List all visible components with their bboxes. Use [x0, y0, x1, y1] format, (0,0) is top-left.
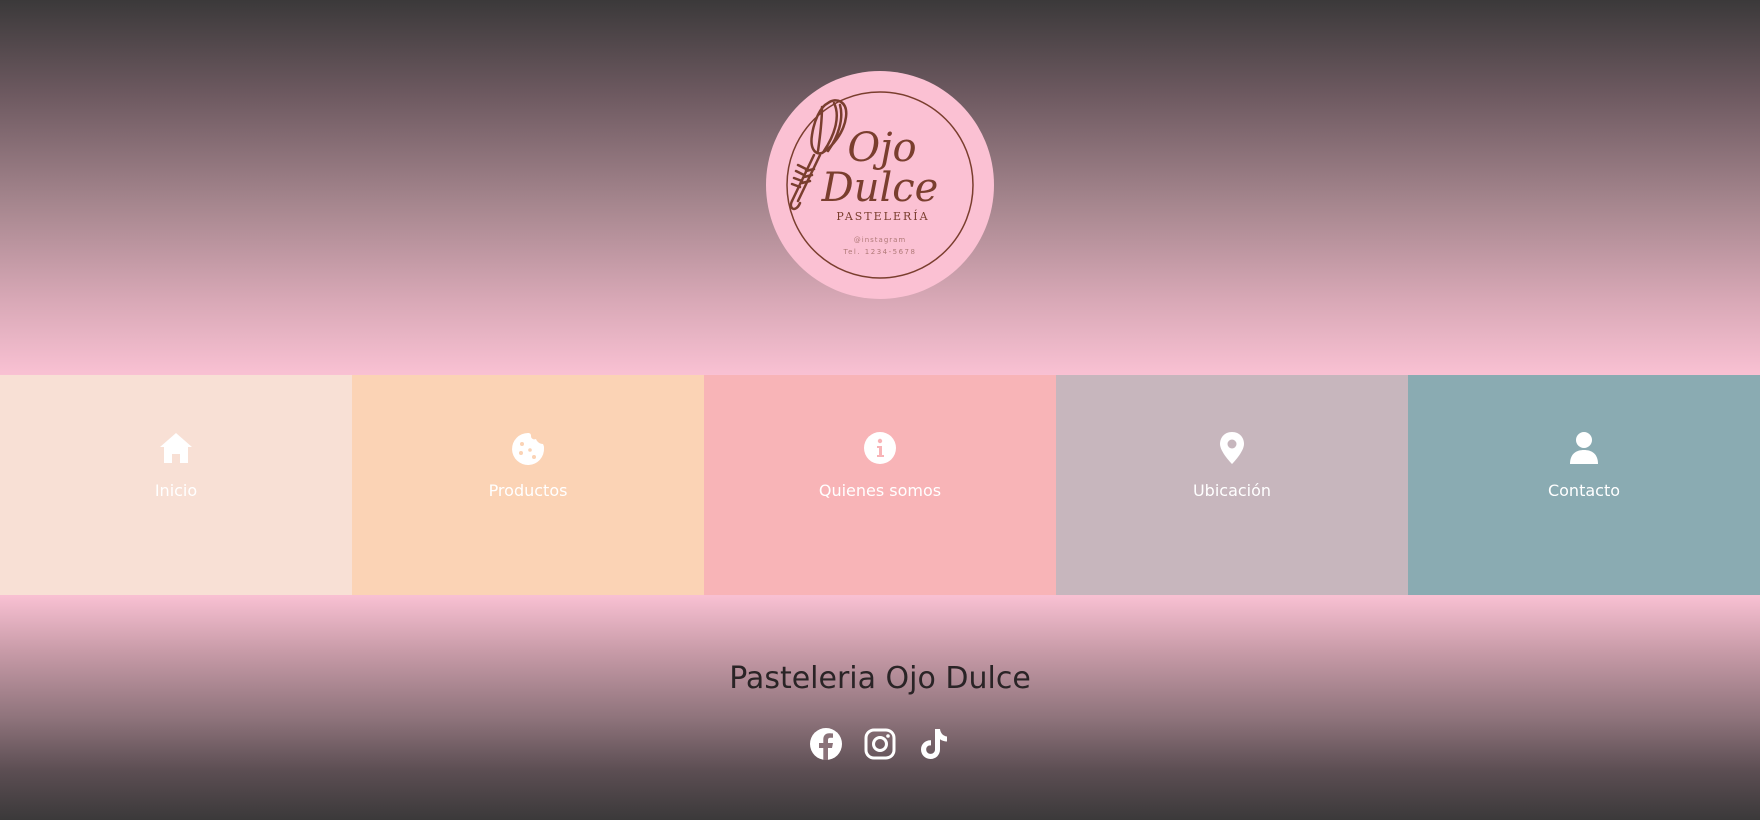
- logo-phone: Tel. 1234-5678: [843, 248, 917, 256]
- main-nav: Inicio Productos Quienes somos Ubicación: [0, 375, 1760, 595]
- header: Ojo Dulce PASTELERÍA @instagram Tel. 123…: [0, 0, 1760, 375]
- logo-instagram: @instagram: [854, 236, 907, 244]
- logo-subtitle: PASTELERÍA: [836, 209, 929, 223]
- nav-item-productos[interactable]: Productos: [352, 375, 704, 595]
- logo-title-line2: Dulce: [821, 165, 939, 211]
- nav-item-contacto[interactable]: Contacto: [1408, 375, 1760, 595]
- info-icon: [864, 432, 896, 464]
- nav-label-ubicacion: Ubicación: [1192, 481, 1272, 500]
- instagram-icon: [864, 728, 896, 760]
- home-icon: [160, 433, 192, 463]
- nav-item-ubicacion[interactable]: Ubicación: [1056, 375, 1408, 595]
- facebook-link[interactable]: [809, 727, 843, 761]
- footer: Pasteleria Ojo Dulce: [0, 595, 1760, 820]
- logo[interactable]: Ojo Dulce PASTELERÍA @instagram Tel. 123…: [766, 71, 994, 299]
- logo-artwork: Ojo Dulce PASTELERÍA @instagram Tel. 123…: [786, 91, 974, 279]
- footer-title: Pasteleria Ojo Dulce: [729, 661, 1031, 696]
- nav-label-contacto: Contacto: [1547, 481, 1621, 500]
- facebook-icon: [810, 728, 842, 760]
- cookie-icon: [512, 433, 545, 465]
- nav-label-productos: Productos: [488, 481, 568, 500]
- nav-label-quienes-somos: Quienes somos: [818, 481, 942, 500]
- user-icon: [1570, 432, 1598, 464]
- nav-item-quienes-somos[interactable]: Quienes somos: [704, 375, 1056, 595]
- tiktok-icon: [921, 729, 947, 759]
- tiktok-link[interactable]: [917, 727, 951, 761]
- location-pin-icon: [1220, 432, 1244, 464]
- nav-label-inicio: Inicio: [154, 481, 198, 500]
- instagram-link[interactable]: [863, 727, 897, 761]
- nav-item-inicio[interactable]: Inicio: [0, 375, 352, 595]
- social-links: [0, 727, 1760, 761]
